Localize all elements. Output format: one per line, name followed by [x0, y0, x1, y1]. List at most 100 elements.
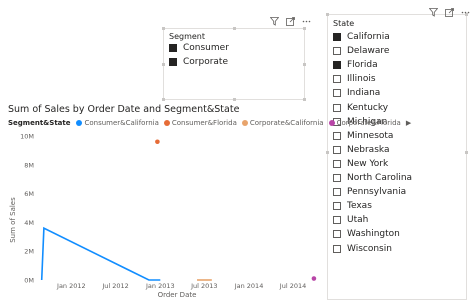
- state-item-label: New York: [347, 158, 389, 169]
- state-item-label: Washington: [347, 229, 400, 240]
- y-tick-label: 0M: [24, 277, 34, 285]
- state-item[interactable]: Kentucky: [333, 102, 388, 114]
- state-item[interactable]: Florida: [333, 59, 378, 71]
- state-item[interactable]: New York: [333, 158, 388, 170]
- resize-handle[interactable]: [162, 98, 165, 101]
- checkbox[interactable]: [333, 188, 341, 197]
- segment-visual-header: [269, 16, 311, 26]
- checkbox[interactable]: [333, 216, 341, 225]
- segment-item-label: Corporate: [183, 57, 228, 67]
- legend-label: Corporate&Florida: [336, 119, 401, 127]
- checkbox[interactable]: [333, 89, 341, 98]
- checkbox[interactable]: [333, 202, 341, 211]
- x-tick-label: Jul 2012: [101, 282, 128, 290]
- line-chart[interactable]: 10M 8M 6M 4M 2M 0M Jan 2012 Jul 2012 Jan 2013 Ju…: [0, 128, 324, 302]
- resize-handle[interactable]: [303, 27, 306, 30]
- x-tick-label: Jan 2012: [56, 282, 86, 290]
- state-item[interactable]: Nebraska: [333, 144, 389, 156]
- y-axis: 10M 8M 6M 4M 2M 0M: [20, 133, 34, 285]
- state-item[interactable]: Wisconsin: [333, 243, 392, 255]
- state-item-label: North Carolina: [347, 173, 413, 183]
- checkbox[interactable]: [169, 58, 177, 66]
- legend-entry[interactable]: Corporate&California: [241, 119, 324, 127]
- checkbox[interactable]: [333, 75, 341, 84]
- series-point[interactable]: [311, 276, 317, 281]
- legend-entry[interactable]: Corporate&Florida: [328, 119, 401, 127]
- legend-title: Segment&State: [8, 119, 71, 127]
- checkbox[interactable]: [169, 44, 177, 52]
- x-tick-label: Jan 2013: [145, 282, 175, 290]
- more-options-icon[interactable]: [460, 7, 470, 17]
- resize-handle[interactable]: [162, 27, 165, 30]
- state-item[interactable]: Minnesota: [333, 130, 393, 142]
- checkbox[interactable]: [333, 47, 341, 56]
- checkbox[interactable]: [333, 159, 341, 168]
- focus-mode-icon[interactable]: [444, 7, 454, 17]
- legend-scroll-right-icon[interactable]: ▶: [406, 119, 411, 127]
- chart-title: Sum of Sales by Order Date and Segment&S…: [8, 104, 240, 115]
- resize-handle[interactable]: [162, 63, 165, 66]
- legend-entry[interactable]: Consumer&Florida: [163, 119, 237, 127]
- state-item[interactable]: Delaware: [333, 45, 389, 57]
- state-item-label: Delaware: [347, 46, 390, 57]
- y-tick-label: 4M: [24, 219, 34, 227]
- checkbox[interactable]: [333, 33, 341, 41]
- state-item[interactable]: California: [333, 31, 390, 43]
- x-axis-title: Order Date: [158, 291, 197, 299]
- state-item-label: Florida: [347, 60, 378, 71]
- state-item[interactable]: Texas: [333, 200, 372, 212]
- y-tick-label: 2M: [24, 248, 34, 256]
- legend-dot: [163, 120, 170, 126]
- checkbox[interactable]: [333, 131, 341, 140]
- state-item[interactable]: North Carolina: [333, 172, 412, 184]
- checkbox[interactable]: [333, 61, 341, 70]
- x-tick-label: Jul 2014: [279, 282, 306, 290]
- series-point[interactable]: [155, 139, 160, 145]
- legend-entry[interactable]: Consumer&California: [76, 119, 159, 127]
- legend-label: Consumer&Florida: [171, 119, 237, 127]
- state-item[interactable]: Pennsylvania: [333, 186, 406, 198]
- state-item-label: Indiana: [347, 88, 381, 99]
- series-line[interactable]: [40, 226, 161, 281]
- y-axis-title: Sum of Sales: [9, 197, 17, 243]
- checkbox[interactable]: [333, 230, 341, 239]
- resize-handle[interactable]: [303, 63, 306, 66]
- state-slicer[interactable]: State California Delaware Florida Illinois I…: [326, 13, 468, 300]
- state-item[interactable]: Washington: [333, 228, 400, 240]
- y-tick-label: 6M: [24, 190, 34, 198]
- legend-dot: [241, 120, 248, 126]
- checkbox[interactable]: [333, 244, 341, 253]
- x-axis: Jan 2012 Jul 2012 Jan 2013 Jul 2013 Jan 2014…: [56, 282, 306, 290]
- resize-handle[interactable]: [326, 151, 329, 154]
- resize-handle[interactable]: [233, 98, 236, 101]
- state-item-label: California: [347, 32, 390, 42]
- focus-mode-icon[interactable]: [285, 16, 295, 26]
- series-layer: [40, 139, 317, 281]
- resize-handle[interactable]: [233, 27, 236, 30]
- state-item[interactable]: Illinois: [333, 73, 376, 85]
- filter-icon[interactable]: [269, 16, 279, 26]
- state-item-label: Texas: [347, 201, 372, 212]
- state-item[interactable]: Indiana: [333, 87, 380, 99]
- filter-icon[interactable]: [428, 7, 438, 17]
- state-item-label: Kentucky: [347, 102, 389, 113]
- segment-slicer[interactable]: Segment Consumer Corporate: [162, 27, 306, 101]
- resize-handle[interactable]: [326, 13, 329, 16]
- segment-item-label: Consumer: [183, 43, 229, 53]
- state-item-label: Illinois: [347, 74, 376, 85]
- chart-legend: Segment&State Consumer&California Consum…: [8, 119, 411, 127]
- resize-handle[interactable]: [465, 151, 468, 154]
- y-tick-label: 10M: [20, 133, 34, 141]
- checkbox[interactable]: [333, 174, 341, 182]
- state-item-label: Utah: [347, 215, 369, 226]
- state-item[interactable]: Utah: [333, 214, 368, 226]
- legend-dot: [328, 120, 335, 126]
- segment-item-corporate[interactable]: Corporate: [169, 57, 228, 67]
- checkbox[interactable]: [333, 103, 341, 112]
- checkbox[interactable]: [333, 145, 341, 154]
- legend-label: Corporate&California: [249, 119, 324, 127]
- legend-label: Consumer&California: [84, 119, 159, 127]
- segment-item-consumer[interactable]: Consumer: [169, 43, 229, 53]
- resize-handle[interactable]: [303, 98, 306, 101]
- more-options-icon[interactable]: [301, 16, 311, 26]
